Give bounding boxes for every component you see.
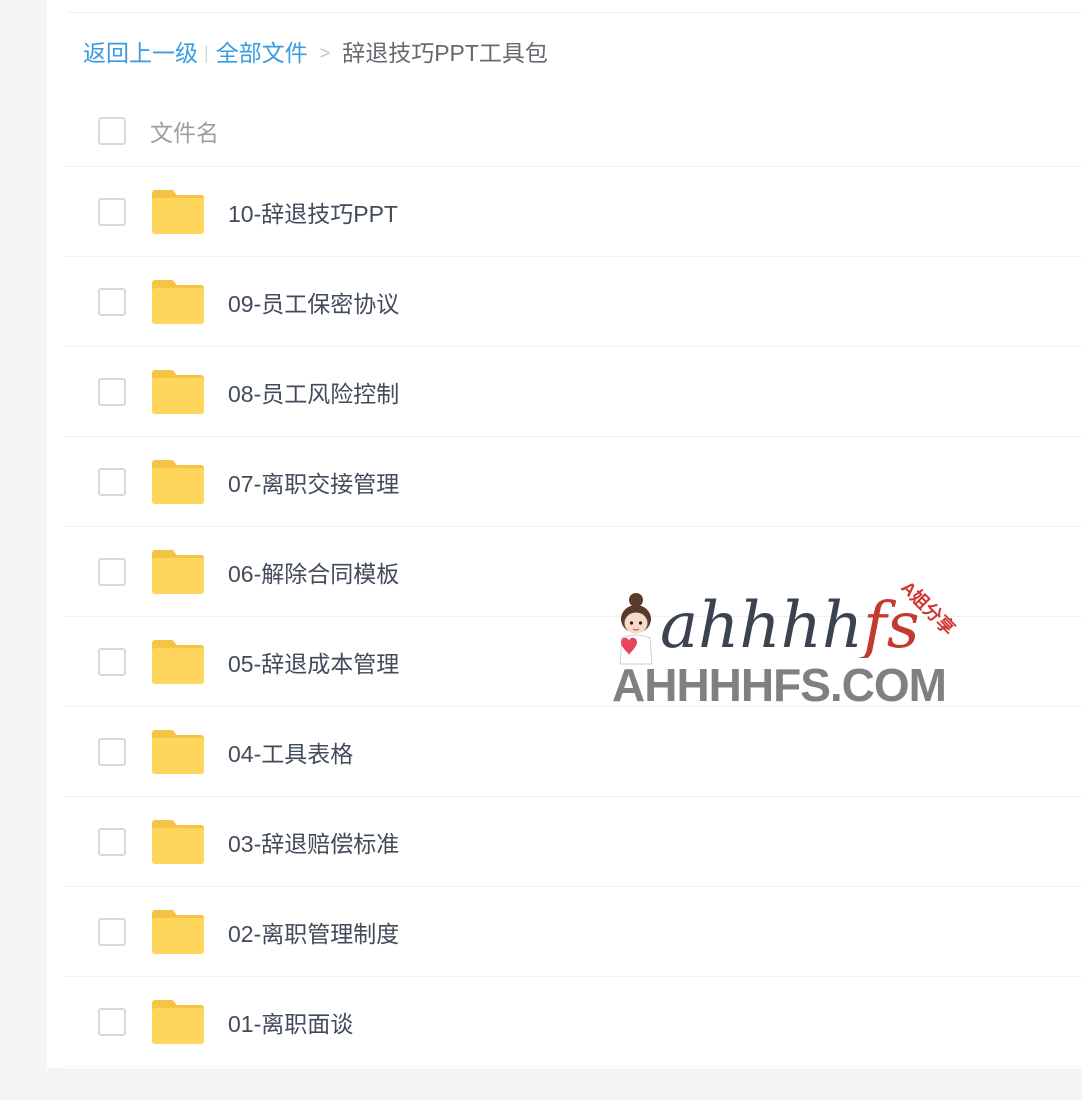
file-name-link[interactable]: 01-离职面谈 <box>228 1005 353 1039</box>
file-name-link[interactable]: 05-辞退成本管理 <box>228 645 399 679</box>
row-checkbox[interactable] <box>98 197 126 226</box>
row-checkbox[interactable] <box>98 827 126 856</box>
table-row[interactable]: 08-员工风险控制 <box>65 347 1082 437</box>
watermark-domain: AHHHHFS.COM <box>612 659 947 711</box>
folder-icon[interactable] <box>152 819 204 864</box>
row-checkbox[interactable] <box>98 287 126 316</box>
row-checkbox[interactable] <box>98 917 126 946</box>
select-all-checkbox[interactable] <box>98 116 126 145</box>
folder-icon[interactable] <box>152 909 204 954</box>
file-list-panel: 返回上一级 | 全部文件 > 辞退技巧PPT工具包 文件名 10-辞退技巧PPT… <box>47 0 1082 1068</box>
breadcrumb-separator: | <box>204 43 209 63</box>
watermark-brand-script: ahhhhfs <box>660 589 920 663</box>
folder-icon[interactable] <box>152 189 204 234</box>
folder-icon[interactable] <box>152 549 204 594</box>
breadcrumb-arrow-icon: > <box>319 43 331 63</box>
folder-icon[interactable] <box>152 999 204 1044</box>
file-name-link[interactable]: 02-离职管理制度 <box>228 915 399 949</box>
table-row[interactable]: 07-离职交接管理 <box>65 437 1082 527</box>
girl-mascot-icon <box>619 593 653 665</box>
file-name-link[interactable]: 04-工具表格 <box>228 735 353 769</box>
folder-icon[interactable] <box>152 459 204 504</box>
row-checkbox[interactable] <box>98 557 126 586</box>
file-browser-page: 返回上一级 | 全部文件 > 辞退技巧PPT工具包 文件名 10-辞退技巧PPT… <box>0 0 1082 1100</box>
table-row[interactable]: 04-工具表格 <box>65 707 1082 797</box>
table-row[interactable]: 10-辞退技巧PPT <box>65 167 1082 257</box>
file-name-link[interactable]: 06-解除合同模板 <box>228 555 399 589</box>
breadcrumb-current-folder: 辞退技巧PPT工具包 <box>342 40 548 66</box>
row-checkbox[interactable] <box>98 1007 126 1036</box>
file-name-link[interactable]: 08-员工风险控制 <box>228 375 399 409</box>
folder-icon[interactable] <box>152 369 204 414</box>
column-header-filename[interactable]: 文件名 <box>150 114 219 148</box>
row-checkbox[interactable] <box>98 467 126 496</box>
table-row[interactable]: 01-离职面谈 <box>65 977 1082 1067</box>
folder-icon[interactable] <box>152 729 204 774</box>
file-name-link[interactable]: 07-离职交接管理 <box>228 465 399 499</box>
all-files-link[interactable]: 全部文件 <box>216 36 308 70</box>
file-table: 文件名 10-辞退技巧PPT 09-员工保密协议 08-员工风险控制 07-离职… <box>65 95 1082 1067</box>
table-row[interactable]: 03-辞退赔偿标准 <box>65 797 1082 887</box>
table-row[interactable]: 02-离职管理制度 <box>65 887 1082 977</box>
row-checkbox[interactable] <box>98 647 126 676</box>
breadcrumb: 返回上一级 | 全部文件 > 辞退技巧PPT工具包 <box>83 36 548 70</box>
folder-icon[interactable] <box>152 639 204 684</box>
file-name-link[interactable]: 10-辞退技巧PPT <box>228 195 398 229</box>
table-row[interactable]: 09-员工保密协议 <box>65 257 1082 347</box>
top-divider <box>67 12 1082 13</box>
file-name-link[interactable]: 09-员工保密协议 <box>228 285 399 319</box>
back-to-parent-link[interactable]: 返回上一级 <box>83 36 198 70</box>
row-checkbox[interactable] <box>98 737 126 766</box>
file-name-link[interactable]: 03-辞退赔偿标准 <box>228 825 399 859</box>
folder-icon[interactable] <box>152 279 204 324</box>
row-checkbox[interactable] <box>98 377 126 406</box>
table-header: 文件名 <box>65 95 1082 167</box>
